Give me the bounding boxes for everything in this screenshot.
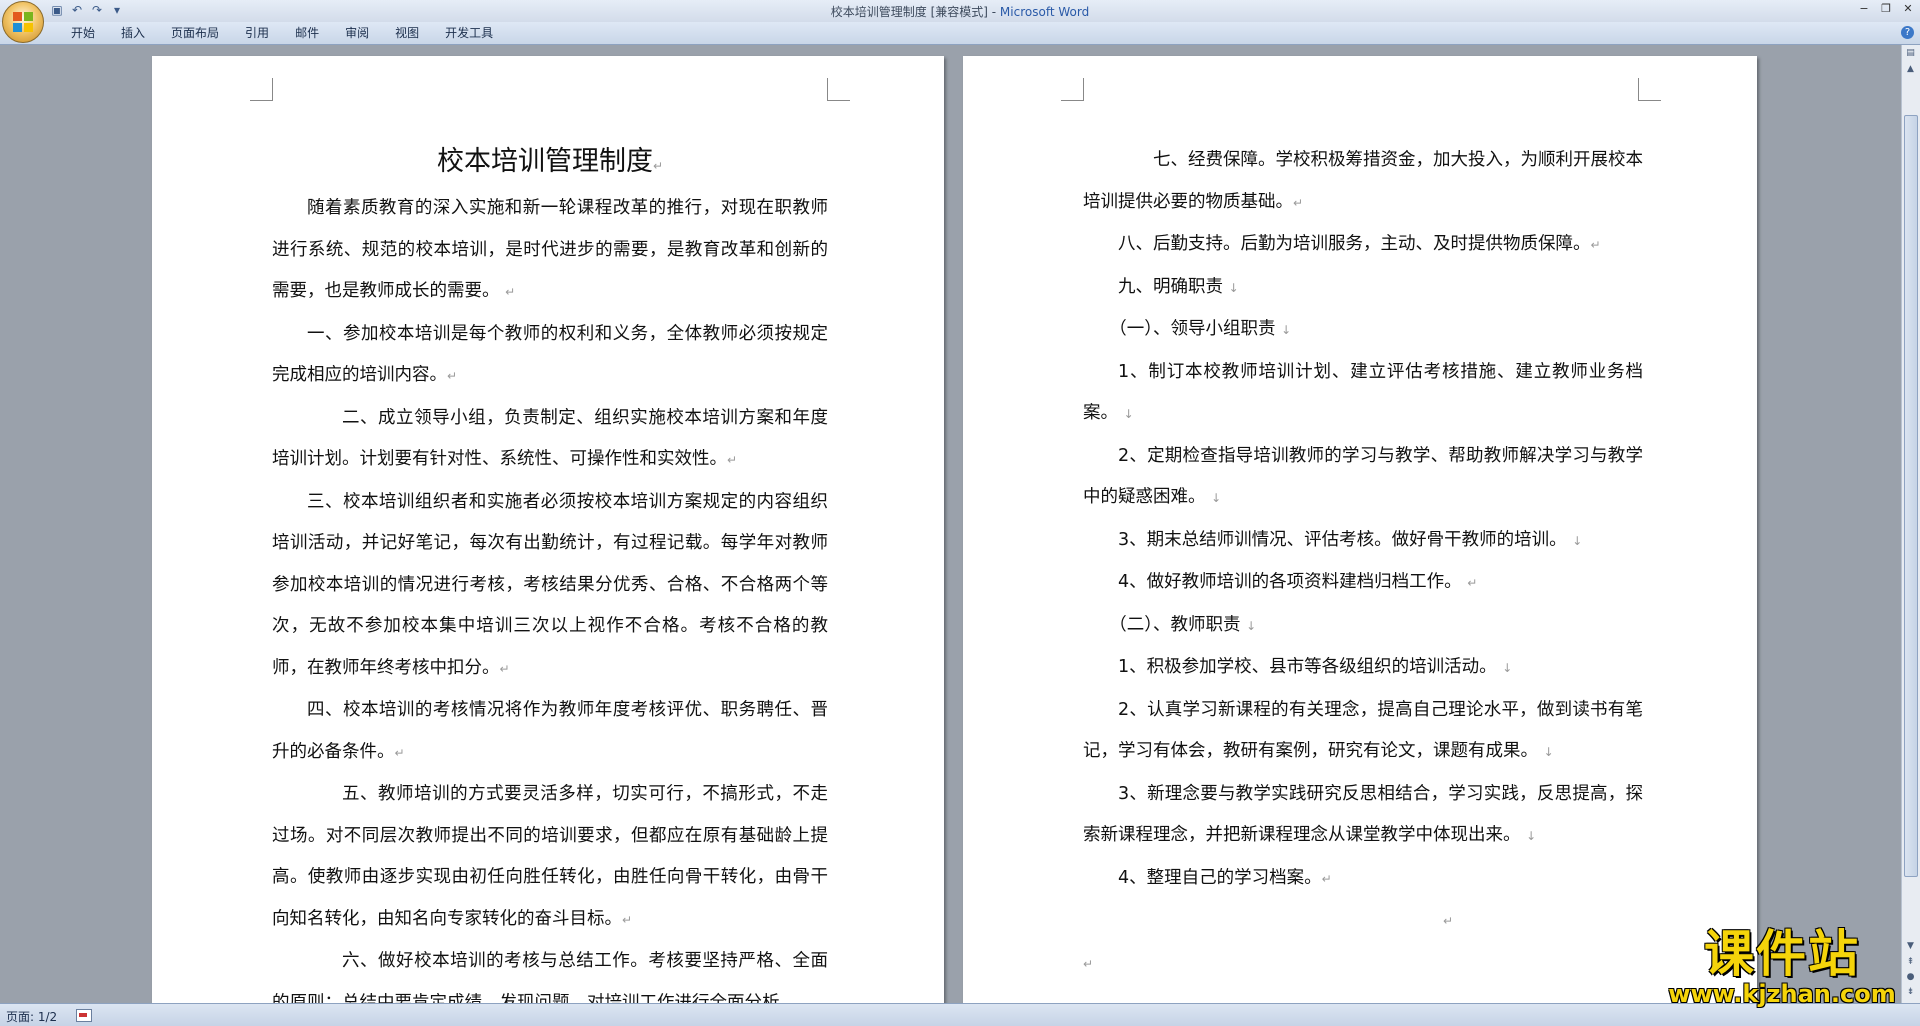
paragraph[interactable]: 3、期末总结师训情况、评估考核。做好骨干教师的培训。 ↓ <box>1083 520 1643 563</box>
watermark-title: 课件站 <box>1704 925 1860 983</box>
office-logo-icon <box>13 12 33 32</box>
scroll-up-icon[interactable]: ▲ <box>1904 63 1917 76</box>
margin-corner-mark <box>250 78 273 101</box>
close-button[interactable]: ✕ <box>1902 2 1914 15</box>
paragraph[interactable]: 1、制订本校教师培训计划、建立评估考核措施、建立教师业务档案。 ↓ <box>1083 352 1643 436</box>
office-button[interactable] <box>2 1 44 43</box>
document-heading[interactable]: 校本培训管理制度↵ <box>272 142 828 186</box>
document-page-1[interactable]: 校本培训管理制度↵ 随着素质教育的深入实施和新一轮课程改革的推行，对现在职教师进… <box>152 56 944 1003</box>
paragraph[interactable]: （二）、教师职责 ↓ <box>1083 605 1643 648</box>
app-name: Microsoft Word <box>999 5 1090 19</box>
window-title: 校本培训管理制度 [兼容模式] - Microsoft Word <box>0 3 1920 20</box>
tab-view[interactable]: 视图 <box>382 22 432 44</box>
paragraph[interactable]: 4、整理自己的学习档案。↵ <box>1083 858 1643 901</box>
scrollbar-thumb[interactable] <box>1904 115 1918 877</box>
empty-paragraph[interactable]: ↵ <box>1083 900 1643 943</box>
tab-mailings[interactable]: 邮件 <box>282 22 332 44</box>
window-controls: − ❐ ✕ <box>1858 2 1914 15</box>
restore-button[interactable]: ❐ <box>1880 2 1892 15</box>
status-bar: 页面: 1/2 <box>0 1003 1920 1026</box>
paragraph[interactable]: 3、新理念要与教学实践研究反思相结合，学习实践，反思提高，探索新课程理念，并把新… <box>1083 774 1643 858</box>
document-page-2[interactable]: 七、经费保障。学校积极筹措资金，加大投入，为顺利开展校本培训提供必要的物质基础。… <box>963 56 1757 1003</box>
paragraph[interactable]: （一）、领导小组职责 ↓ <box>1083 309 1643 352</box>
paragraph[interactable]: 五、教师培训的方式要灵活多样，切实可行，不搞形式，不走过场。对不同层次教师提出不… <box>272 774 828 941</box>
page-indicator[interactable]: 页面: 1/2 <box>6 1008 57 1025</box>
tab-insert[interactable]: 插入 <box>108 22 158 44</box>
vertical-scrollbar[interactable]: ▤ ▲ ▼ ⇞ ● ⇟ <box>1901 45 1920 1003</box>
title-bar: ▣ ↶ ↷ ▾ 校本培训管理制度 [兼容模式] - Microsoft Word… <box>0 0 1920 22</box>
tab-home[interactable]: 开始 <box>58 22 108 44</box>
tab-references[interactable]: 引用 <box>232 22 282 44</box>
document-workspace[interactable]: 校本培训管理制度↵ 随着素质教育的深入实施和新一轮课程改革的推行，对现在职教师进… <box>0 45 1902 1003</box>
proofing-icon[interactable] <box>76 1009 92 1022</box>
help-icon[interactable]: ? <box>1901 26 1914 39</box>
paragraph[interactable]: 三、校本培训组织者和实施者必须按校本培训方案规定的内容组织培训活动，并记好笔记，… <box>272 482 828 691</box>
scroll-down-icon[interactable]: ▼ <box>1904 940 1917 953</box>
margin-corner-mark <box>1061 78 1084 101</box>
paragraph[interactable]: 1、积极参加学校、县市等各级组织的培训活动。 ↓ <box>1083 647 1643 690</box>
watermark-url: www.kjzhan.com <box>1668 980 1896 1008</box>
paragraph[interactable]: 七、经费保障。学校积极筹措资金，加大投入，为顺利开展校本培训提供必要的物质基础。… <box>1083 140 1643 224</box>
tab-review[interactable]: 审阅 <box>332 22 382 44</box>
empty-paragraph[interactable]: ↵ <box>1083 943 1643 986</box>
watermark: 课件站 www.kjzhan.com <box>1662 926 1902 1006</box>
paragraph[interactable]: 2、定期检查指导培训教师的学习与教学、帮助教师解决学习与教学中的疑惑困难。 ↓ <box>1083 436 1643 520</box>
paragraph[interactable]: 六、做好校本培训的考核与总结工作。考核要坚持严格、全面的原则；总结中要肯定成绩，… <box>272 941 828 1003</box>
page-1-body[interactable]: 校本培训管理制度↵ 随着素质教育的深入实施和新一轮课程改革的推行，对现在职教师进… <box>272 142 828 1003</box>
paragraph[interactable]: 一、参加校本培训是每个教师的权利和义务，全体教师必须按规定完成相应的培训内容。↵ <box>272 314 828 398</box>
paragraph[interactable]: 九、明确职责 ↓ <box>1083 267 1643 310</box>
tab-page-layout[interactable]: 页面布局 <box>158 22 232 44</box>
ruler-toggle-icon[interactable]: ▤ <box>1904 47 1917 60</box>
next-page-icon[interactable]: ⇟ <box>1904 986 1917 999</box>
paragraph[interactable]: 2、认真学习新课程的有关理念，提高自己理论水平，做到读书有笔记，学习有体会，教研… <box>1083 690 1643 774</box>
minimize-button[interactable]: − <box>1858 2 1870 15</box>
paragraph[interactable]: 四、校本培训的考核情况将作为教师年度考核评优、职务聘任、晋升的必备条件。↵ <box>272 690 828 774</box>
paragraph[interactable]: 随着素质教育的深入实施和新一轮课程改革的推行，对现在职教师进行系统、规范的校本培… <box>272 188 828 314</box>
page-2-body[interactable]: 七、经费保障。学校积极筹措资金，加大投入，为顺利开展校本培训提供必要的物质基础。… <box>1083 140 1643 985</box>
margin-corner-mark <box>1638 78 1661 101</box>
margin-corner-mark <box>827 78 850 101</box>
paragraph[interactable]: 八、后勤支持。后勤为培训服务，主动、及时提供物质保障。↵ <box>1083 224 1643 267</box>
tab-developer[interactable]: 开发工具 <box>432 22 506 44</box>
browse-object-icon[interactable]: ● <box>1904 971 1917 984</box>
paragraph[interactable]: 二、成立领导小组，负责制定、组织实施校本培训方案和年度培训计划。计划要有针对性、… <box>272 398 828 482</box>
previous-page-icon[interactable]: ⇞ <box>1904 956 1917 969</box>
ribbon-tabs: 开始 插入 页面布局 引用 邮件 审阅 视图 开发工具 ? <box>0 22 1920 45</box>
paragraph[interactable]: 4、做好教师培训的各项资料建档归档工作。 ↵ <box>1083 562 1643 605</box>
document-title: 校本培训管理制度 [兼容模式] - <box>830 5 1000 19</box>
